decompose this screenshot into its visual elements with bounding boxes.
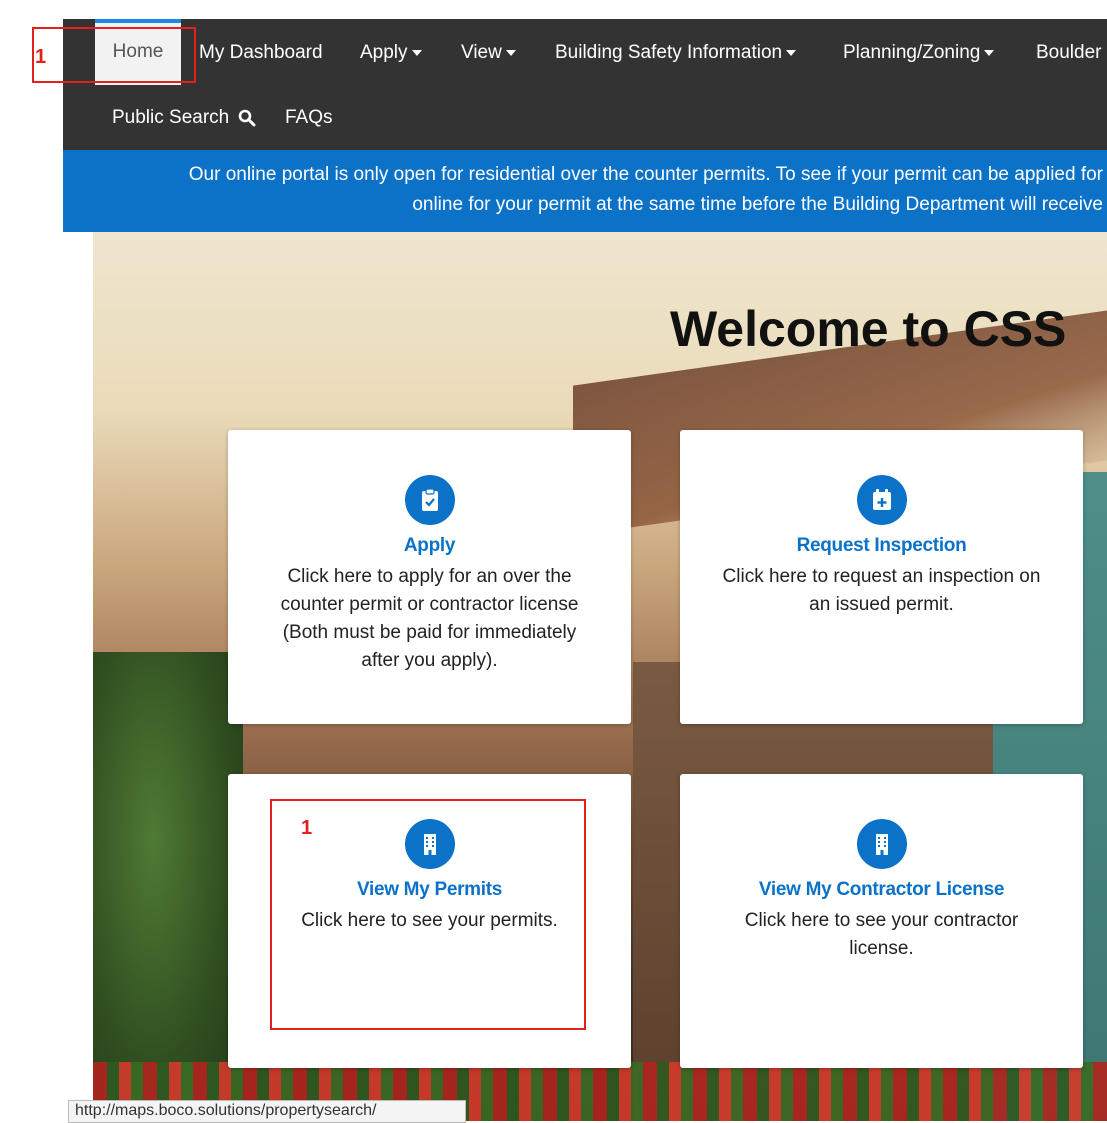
- nav-boulder[interactable]: Boulder: [1036, 36, 1102, 70]
- apply-card[interactable]: Apply Click here to apply for an over th…: [228, 430, 631, 724]
- home-annotation-box: [32, 27, 196, 83]
- permits-annotation-number: 1: [301, 817, 313, 839]
- nav-public-search[interactable]: Public Search: [112, 101, 256, 135]
- view-contractor-license-card-title: View My Contractor License: [758, 879, 1005, 900]
- building-icon: [856, 819, 907, 869]
- home-annotation-number: 1: [35, 46, 47, 68]
- nav-faqs-label: FAQs: [285, 107, 333, 128]
- view-contractor-license-card-description: Click here to see your contractor licens…: [744, 910, 1019, 959]
- active-tab-indicator: [95, 19, 181, 23]
- caret-down-icon: [505, 49, 516, 56]
- browser-status-url: http://maps.boco.solutions/propertysearc…: [68, 1100, 466, 1123]
- nav-my-dashboard-label: My Dashboard: [199, 42, 323, 63]
- notice-banner: Our online portal is only open for resid…: [63, 150, 1107, 232]
- calendar-plus-icon: [856, 475, 907, 525]
- apply-card-description: Click here to apply for an over the coun…: [280, 566, 579, 671]
- nav-building-safety[interactable]: Building Safety Information: [555, 36, 797, 70]
- search-icon: [238, 109, 256, 127]
- caret-down-icon: [411, 49, 422, 56]
- nav-planning-zoning-label: Planning/Zoning: [843, 42, 981, 63]
- notice-banner-line-1: Our online portal is only open for resid…: [188, 164, 1103, 185]
- permits-annotation-box: [270, 799, 586, 1030]
- welcome-heading: Welcome to CSS: [670, 301, 1067, 357]
- nav-public-search-label: Public Search: [112, 107, 230, 128]
- nav-planning-zoning[interactable]: Planning/Zoning: [843, 36, 995, 70]
- nav-faqs[interactable]: FAQs: [285, 101, 333, 135]
- nav-view[interactable]: View: [461, 36, 516, 70]
- notice-banner-line-2: online for your permit at the same time …: [412, 194, 1103, 215]
- caret-down-icon: [984, 49, 995, 56]
- clipboard-check-icon: [404, 475, 455, 525]
- nav-my-dashboard[interactable]: My Dashboard: [199, 36, 323, 70]
- request-inspection-card-description: Click here to request an inspection on a…: [722, 566, 1041, 615]
- request-inspection-card-title: Request Inspection: [796, 535, 967, 556]
- hero-trees: [93, 652, 243, 1121]
- caret-down-icon: [786, 49, 797, 56]
- request-inspection-card[interactable]: Request Inspection Click here to request…: [680, 430, 1083, 724]
- nav-apply[interactable]: Apply: [360, 36, 422, 70]
- apply-card-title: Apply: [403, 535, 456, 556]
- nav-building-safety-label: Building Safety Information: [555, 42, 783, 63]
- nav-view-label: View: [461, 42, 502, 63]
- nav-boulder-label: Boulder: [1036, 42, 1102, 63]
- view-contractor-license-card[interactable]: View My Contractor License Click here to…: [680, 774, 1083, 1068]
- nav-apply-label: Apply: [360, 42, 408, 63]
